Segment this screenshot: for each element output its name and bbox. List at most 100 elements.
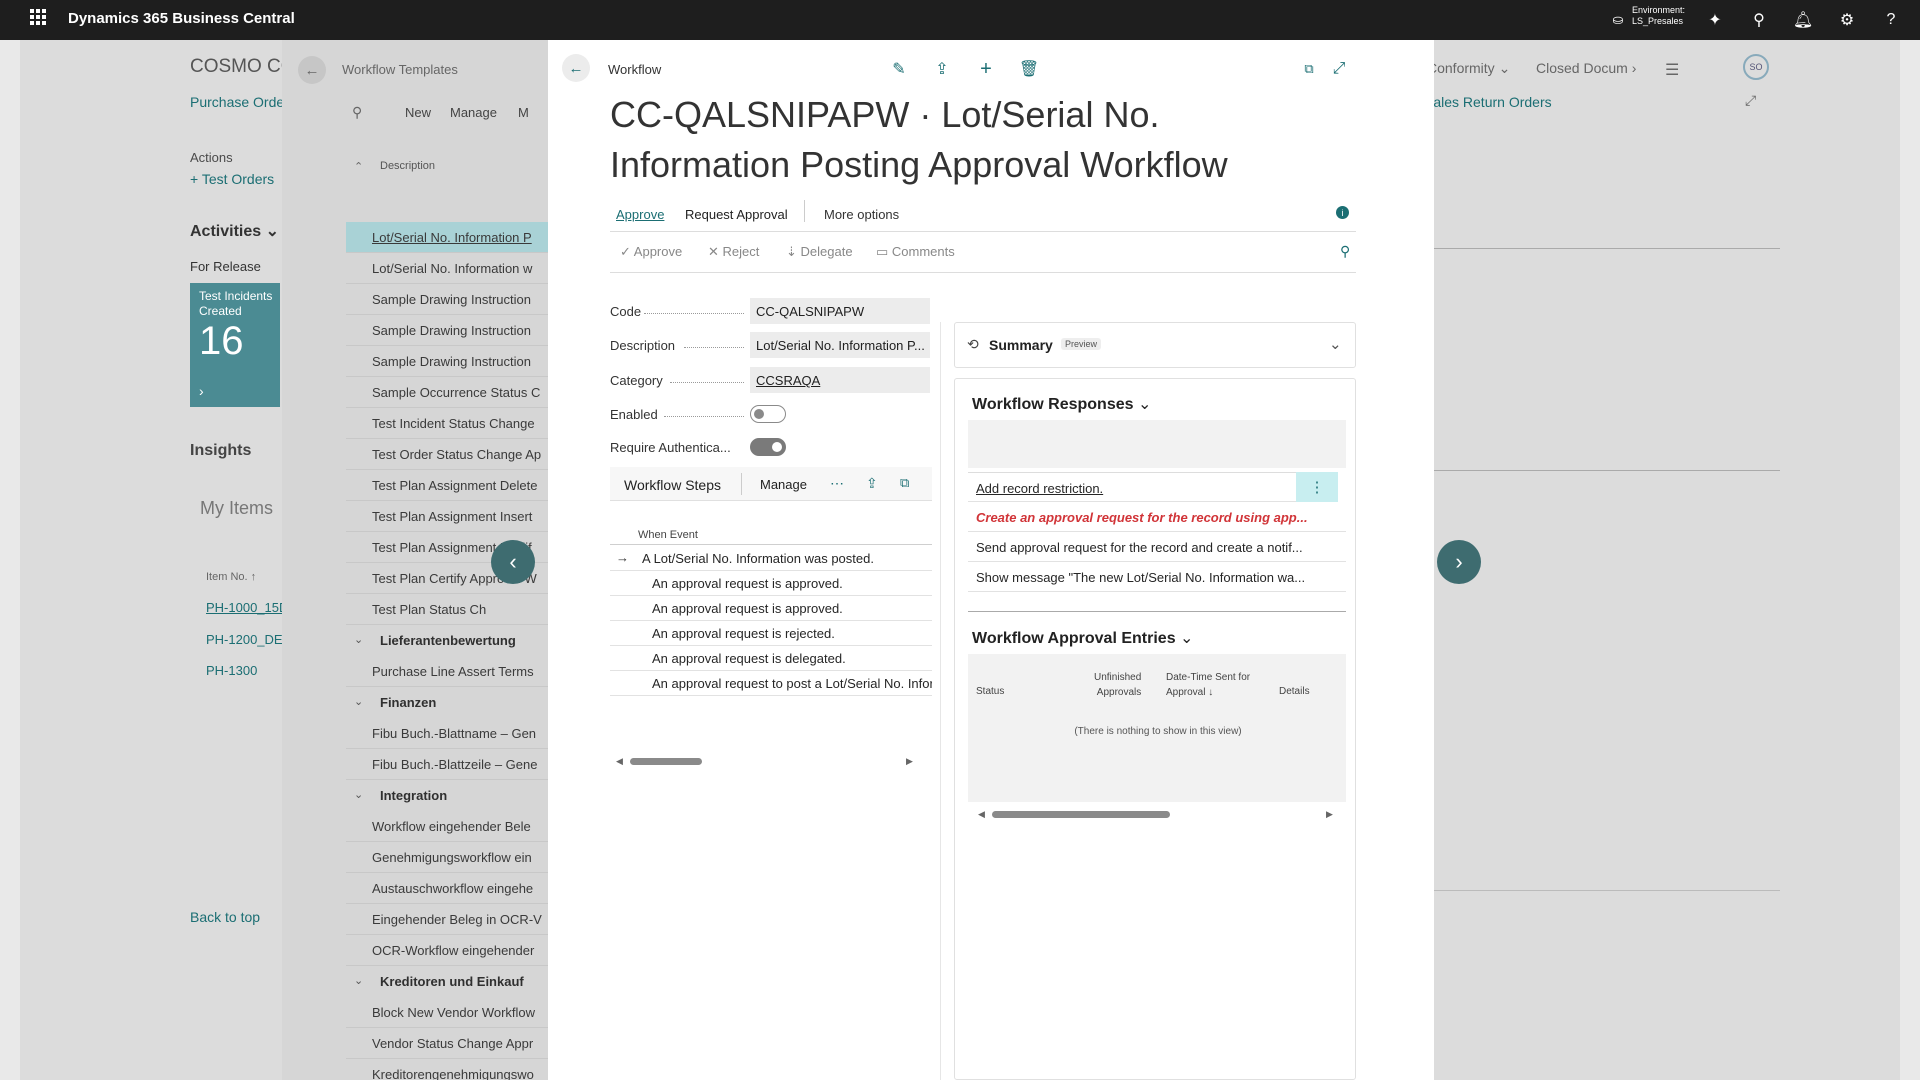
unfinished-approvals-column-header[interactable]: Unfinished Approvals (1094, 670, 1141, 700)
template-row[interactable]: Block New Vendor Workflow (346, 997, 548, 1028)
delegate-action[interactable]: ⇣ Delegate (786, 244, 853, 260)
chevron-down-icon[interactable]: ⌄ (1329, 335, 1342, 353)
tab-more-options[interactable]: More options (824, 207, 899, 222)
next-record-button[interactable]: › (1437, 540, 1481, 584)
nav-closed-documents[interactable]: Closed Docum › (1536, 60, 1636, 76)
item-link[interactable]: PH-1000_15D (206, 600, 288, 615)
environment-info[interactable]: Environment: LS_Presales (1632, 5, 1685, 27)
description-column-header[interactable]: Description (380, 160, 435, 172)
workflow-steps-title[interactable]: Workflow Steps (624, 477, 721, 493)
test-orders-link[interactable]: + Test Orders (190, 171, 274, 187)
template-row[interactable]: Fibu Buch.-Blattzeile – Gene (346, 749, 548, 780)
code-field[interactable]: CC-QALSNIPAPW (750, 298, 930, 324)
workflow-step-row[interactable]: A Lot/Serial No. Information was posted.… (610, 546, 932, 571)
template-row[interactable]: Workflow eingehender Bele (346, 811, 548, 842)
horizontal-scrollbar[interactable] (630, 758, 702, 765)
info-icon[interactable]: i (1336, 206, 1349, 219)
date-time-sent-column-header[interactable]: Date-Time Sent for Approval ↓ (1166, 670, 1250, 700)
pin-icon[interactable]: ⚲ (1340, 243, 1350, 260)
workflow-step-row[interactable]: An approval request is rejected. (610, 621, 932, 646)
menu-icon[interactable]: ☰ (1665, 60, 1679, 80)
status-column-header[interactable]: Status (976, 686, 1004, 697)
template-group-header[interactable]: Finanzen (380, 695, 436, 710)
template-row[interactable]: Test Order Status Change Ap (346, 439, 548, 470)
approve-action[interactable]: ✓ Approve (620, 244, 682, 260)
open-in-window-icon[interactable]: ⧉ (900, 475, 909, 491)
expand-icon[interactable]: ⤢ (1745, 92, 1756, 109)
template-row[interactable]: Kreditorengenehmigungswo (346, 1059, 548, 1080)
edit-pencil-icon[interactable]: ✎ (888, 58, 910, 80)
template-row[interactable]: Eingehender Beleg in OCR-V (346, 904, 548, 935)
comments-action[interactable]: ▭ Comments (876, 244, 955, 260)
template-row[interactable]: Sample Occurrence Status C (346, 377, 548, 408)
new-button[interactable]: New (405, 105, 431, 120)
nav-purchase-orders[interactable]: Purchase Orde (190, 94, 284, 110)
reject-action[interactable]: ✕ Reject (708, 244, 759, 260)
tab-approve[interactable]: Approve (616, 207, 664, 222)
settings-gear-icon[interactable]: ⚙ (1835, 8, 1859, 32)
template-row[interactable]: Austauschworkflow eingehe (346, 873, 548, 904)
search-icon[interactable]: ⚲ (1747, 8, 1771, 32)
workflow-responses-title[interactable]: Workflow Responses ⌄ (972, 394, 1151, 414)
item-no-header[interactable]: Item No. ↑ (206, 571, 256, 583)
require-authentication-toggle[interactable] (750, 438, 786, 456)
template-row[interactable]: Test Plan Assignment Insert (346, 501, 548, 532)
template-group-header[interactable]: Kreditoren und Einkauf (380, 974, 524, 989)
template-group-header[interactable]: Integration (380, 788, 447, 803)
avatar[interactable]: SO (1743, 54, 1769, 80)
search-icon[interactable]: ⚲ (352, 104, 362, 121)
template-row[interactable]: Genehmigungsworkflow ein (346, 842, 548, 873)
more-menu[interactable]: M (518, 105, 529, 120)
copilot-icon[interactable]: ✦ (1703, 8, 1727, 32)
workflow-step-row[interactable]: An approval request is approved. (610, 571, 932, 596)
workflow-step-row[interactable]: An approval request is approved. (610, 596, 932, 621)
group-toggle-icon[interactable]: ⌄ (354, 788, 363, 801)
share-icon[interactable]: ⇪ (931, 58, 953, 80)
template-row[interactable]: Vendor Status Change Appr (346, 1028, 548, 1059)
enabled-toggle[interactable] (750, 405, 786, 423)
group-toggle-icon[interactable]: ⌄ (354, 633, 363, 646)
template-row[interactable]: Test Plan Assignment Delete (346, 470, 548, 501)
back-arrow-icon[interactable]: ← (298, 56, 326, 84)
summary-factbox[interactable]: ⟲ Summary Preview ⌄ (954, 322, 1356, 368)
new-plus-icon[interactable]: + (975, 58, 997, 80)
previous-record-button[interactable]: ‹ (491, 540, 535, 584)
workflow-approval-entries-title[interactable]: Workflow Approval Entries ⌄ (972, 628, 1193, 648)
template-row[interactable]: Sample Drawing Instruction (346, 284, 548, 315)
activity-tile[interactable]: Test Incidents Created 16 › (190, 283, 280, 407)
manage-button[interactable]: Manage (450, 105, 497, 120)
category-field[interactable]: CCSRAQA (750, 367, 930, 393)
template-group-header[interactable]: Lieferantenbewertung (380, 633, 516, 648)
tab-request-approval[interactable]: Request Approval (685, 207, 788, 222)
workflow-response-row[interactable]: Send approval request for the record and… (968, 532, 1346, 562)
template-row[interactable]: Sample Drawing Instruction (346, 346, 548, 377)
workflow-response-row[interactable]: Show message "The new Lot/Serial No. Inf… (968, 562, 1346, 592)
notification-bell-icon[interactable]: 🔔︎ (1791, 8, 1815, 32)
row-actions-icon[interactable]: ⋮ (1296, 472, 1338, 502)
workflow-step-row[interactable]: An approval request to post a Lot/Serial… (610, 671, 932, 696)
scroll-right-icon[interactable]: ▶ (1326, 809, 1333, 820)
help-icon[interactable]: ? (1879, 8, 1903, 32)
template-row[interactable]: Lot/Serial No. Information P (346, 222, 548, 253)
expand-icon[interactable]: ⤢ (1328, 58, 1350, 80)
workflow-step-row[interactable]: An approval request is delegated. (610, 646, 932, 671)
scroll-right-icon[interactable]: ▶ (906, 756, 913, 767)
item-link[interactable]: PH-1200_DE (206, 632, 283, 647)
when-event-column-header[interactable]: When Event (638, 529, 698, 541)
back-arrow-icon[interactable]: ← (562, 54, 590, 82)
my-items-heading[interactable]: My Items (200, 498, 273, 519)
workflow-response-row[interactable]: Add record restriction. (968, 472, 1296, 502)
scroll-left-icon[interactable]: ◀ (616, 756, 623, 767)
template-row[interactable]: Test Incident Status Change (346, 408, 548, 439)
nav-conformity[interactable]: Conformity ⌄ (1427, 60, 1510, 77)
template-row[interactable]: Test Plan Status Ch (346, 594, 548, 625)
description-field[interactable]: Lot/Serial No. Information P... (750, 332, 930, 358)
horizontal-scrollbar[interactable] (992, 811, 1170, 818)
back-to-top-link[interactable]: Back to top (190, 909, 260, 925)
details-column-header[interactable]: Details (1279, 686, 1310, 697)
more-options-icon[interactable]: ⋯ (830, 475, 844, 492)
activities-heading[interactable]: Activities ⌄ (190, 221, 279, 241)
template-row[interactable]: Fibu Buch.-Blattname – Gen (346, 718, 548, 749)
open-new-window-icon[interactable]: ⧉ (1298, 58, 1320, 80)
nav-sales-return-orders[interactable]: Sales Return Orders (1424, 94, 1552, 110)
